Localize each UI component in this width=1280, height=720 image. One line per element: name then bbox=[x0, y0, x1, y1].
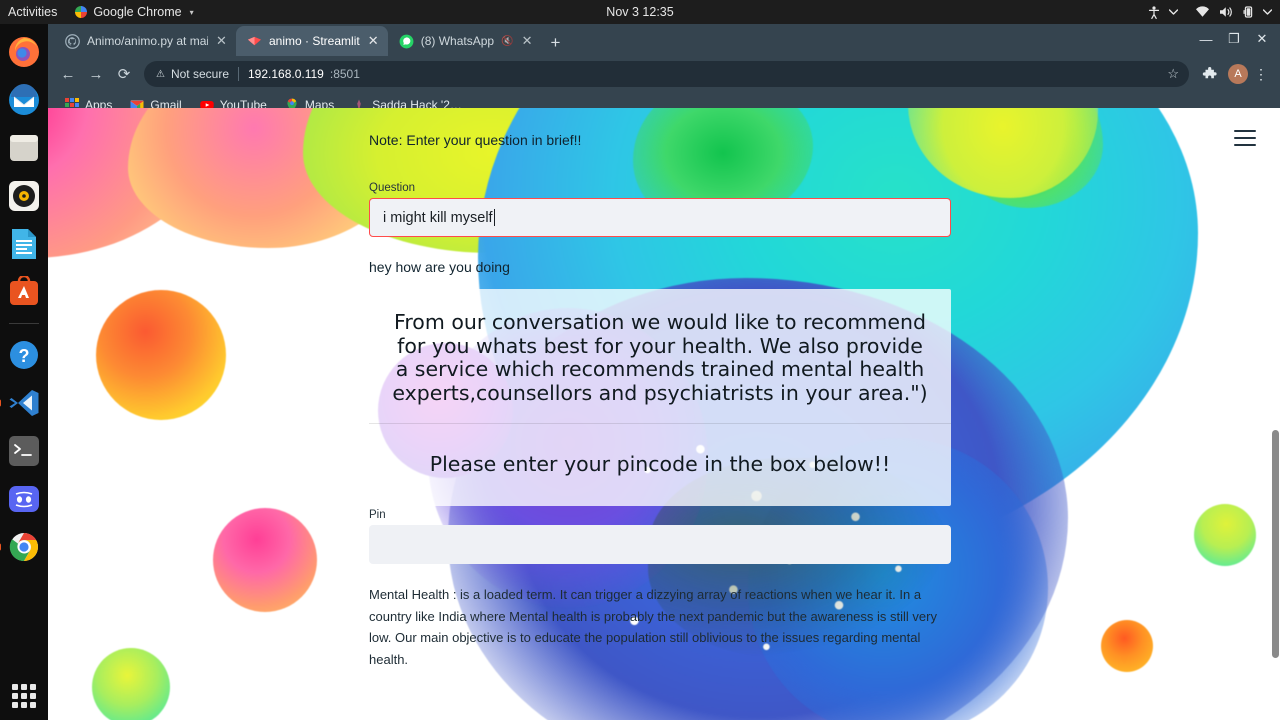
activities-button[interactable]: Activities bbox=[0, 5, 67, 19]
dock-item-discord[interactable] bbox=[4, 479, 44, 519]
chrome-window: Animo/animo.py at main ✕ animo · Streaml… bbox=[48, 24, 1280, 720]
svg-text:?: ? bbox=[19, 346, 30, 366]
tab-muted-icon[interactable]: 🔇 bbox=[501, 36, 513, 47]
system-menu-caret-icon[interactable] bbox=[1263, 9, 1272, 15]
dock-item-thunderbird[interactable] bbox=[4, 80, 44, 120]
chrome-logo-icon bbox=[75, 6, 88, 18]
omnibox-divider bbox=[238, 67, 239, 81]
minimize-button[interactable]: — bbox=[1192, 26, 1220, 52]
close-window-button[interactable]: ✕ bbox=[1248, 26, 1276, 52]
recommendation-panel: From our conversation we would like to r… bbox=[369, 289, 951, 506]
tab-title: (8) WhatsApp bbox=[420, 34, 495, 48]
app-content-column: Note: Enter your question in brief!! Que… bbox=[369, 108, 951, 670]
not-secure-warning-icon[interactable]: ⚠ bbox=[156, 69, 165, 80]
github-icon bbox=[65, 33, 80, 49]
forward-button[interactable]: → bbox=[82, 60, 110, 88]
url-port: :8501 bbox=[329, 67, 360, 81]
reload-button[interactable]: ⟳ bbox=[110, 60, 138, 88]
tab-whatsapp[interactable]: (8) WhatsApp 🔇 ✕ bbox=[388, 26, 542, 56]
dock-item-firefox[interactable] bbox=[4, 32, 44, 72]
extensions-icon[interactable] bbox=[1201, 66, 1218, 83]
tab-animo-github[interactable]: Animo/animo.py at main ✕ bbox=[54, 26, 236, 56]
question-input-value: i might kill myself bbox=[383, 209, 493, 226]
pin-label: Pin bbox=[369, 509, 386, 521]
accessibility-icon[interactable] bbox=[1148, 5, 1160, 19]
scrollbar-thumb[interactable] bbox=[1272, 430, 1279, 658]
tab-close-button[interactable]: ✕ bbox=[215, 33, 228, 49]
show-applications-button[interactable] bbox=[12, 684, 36, 708]
active-app-menu[interactable]: Google Chrome ▾ bbox=[67, 5, 201, 19]
gnome-top-bar: Activities Google Chrome ▾ Nov 3 12:35 bbox=[0, 0, 1280, 24]
dock-item-chrome[interactable] bbox=[4, 527, 44, 567]
question-input[interactable]: i might kill myself bbox=[369, 198, 951, 237]
tab-close-button[interactable]: ✕ bbox=[367, 33, 380, 49]
dock-separator bbox=[9, 323, 39, 324]
dock-item-files[interactable] bbox=[4, 128, 44, 168]
dock-item-help[interactable]: ? bbox=[4, 335, 44, 375]
tray-caret-icon[interactable] bbox=[1169, 9, 1178, 15]
bookmark-star-icon[interactable]: ☆ bbox=[1167, 66, 1179, 82]
new-tab-button[interactable]: + bbox=[551, 34, 561, 51]
battery-icon[interactable] bbox=[1242, 6, 1254, 18]
hamburger-menu-icon[interactable] bbox=[1234, 130, 1256, 146]
profile-avatar[interactable]: A bbox=[1228, 64, 1248, 84]
about-paragraph: Mental Health : is a loaded term. It can… bbox=[369, 587, 937, 667]
page-viewport: Note: Enter your question in brief!! Que… bbox=[48, 108, 1280, 720]
question-label: Question bbox=[369, 182, 416, 194]
address-bar[interactable]: ⚠ Not secure 192.168.0.119 :8501 ☆ bbox=[144, 61, 1189, 87]
whatsapp-icon bbox=[399, 34, 414, 48]
question-note: Note: Enter your question in brief!! bbox=[369, 132, 582, 148]
tab-title: Animo/animo.py at main bbox=[87, 34, 208, 48]
desktop-screen: Activities Google Chrome ▾ Nov 3 12:35 ?… bbox=[0, 0, 1280, 720]
streamlit-app: Note: Enter your question in brief!! Que… bbox=[48, 108, 1280, 720]
pin-input[interactable] bbox=[369, 525, 951, 564]
wifi-icon[interactable] bbox=[1195, 6, 1210, 18]
tab-animo-streamlit[interactable]: animo · Streamlit ✕ bbox=[236, 26, 388, 56]
maximize-button[interactable]: ❐ bbox=[1220, 26, 1248, 52]
volume-icon[interactable] bbox=[1219, 6, 1233, 18]
text-cursor bbox=[493, 209, 495, 226]
window-controls: — ❐ ✕ bbox=[1192, 26, 1276, 52]
recommendation-text: From our conversation we would like to r… bbox=[392, 310, 928, 405]
tab-title: animo · Streamlit bbox=[269, 34, 360, 48]
dock-item-libreoffice-writer[interactable] bbox=[4, 224, 44, 264]
dock-item-vscode[interactable] bbox=[4, 383, 44, 423]
clock[interactable]: Nov 3 12:35 bbox=[606, 5, 673, 19]
browser-toolbar: ← → ⟳ ⚠ Not secure 192.168.0.119 :8501 ☆… bbox=[48, 56, 1280, 92]
chrome-menu-icon[interactable]: ⋮ bbox=[1254, 66, 1268, 83]
back-button[interactable]: ← bbox=[54, 60, 82, 88]
tab-close-button[interactable]: ✕ bbox=[521, 33, 534, 49]
dock-item-rhythmbox[interactable] bbox=[4, 176, 44, 216]
tab-strip: Animo/animo.py at main ✕ animo · Streaml… bbox=[48, 24, 1280, 56]
dock-item-ubuntu-software[interactable] bbox=[4, 272, 44, 312]
dock-item-terminal[interactable] bbox=[4, 431, 44, 471]
active-app-label: Google Chrome bbox=[93, 5, 182, 19]
url-host: 192.168.0.119 bbox=[248, 67, 324, 81]
streamlit-icon bbox=[247, 36, 262, 45]
security-status-label: Not secure bbox=[170, 67, 229, 81]
page-scrollbar[interactable] bbox=[1271, 108, 1280, 720]
ubuntu-dock: ? bbox=[0, 24, 48, 720]
system-tray[interactable] bbox=[1148, 5, 1272, 19]
echo-message: hey how are you doing bbox=[369, 259, 510, 275]
pincode-prompt: Please enter your pincode in the box bel… bbox=[429, 452, 891, 476]
chevron-down-icon: ▾ bbox=[189, 7, 194, 17]
